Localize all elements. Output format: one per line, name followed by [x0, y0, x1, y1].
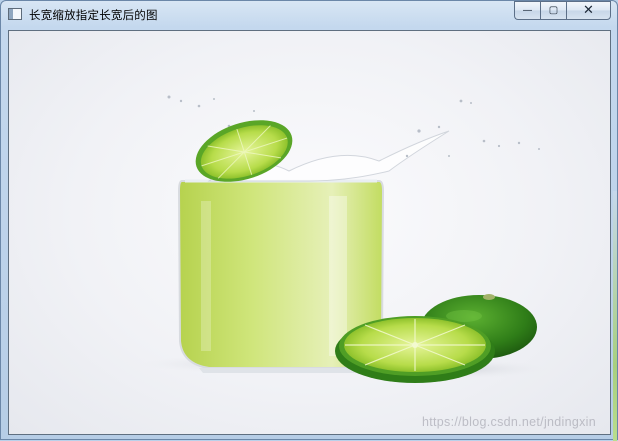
image-display-area: https://blog.csdn.net/jndingxin	[8, 30, 611, 435]
app-window: 长宽缩放指定长宽后的图 — ▢ ✕ https://blog.csdn.net/…	[0, 0, 618, 441]
close-icon: ✕	[583, 3, 594, 18]
window-icon[interactable]	[8, 8, 22, 20]
close-button[interactable]: ✕	[566, 1, 611, 20]
minimize-button[interactable]: —	[514, 1, 540, 20]
title-bar[interactable]: 长宽缩放指定长宽后的图 — ▢ ✕	[1, 1, 617, 27]
watermark-text: https://blog.csdn.net/jndingxin	[422, 415, 596, 429]
lime-juice-image	[139, 95, 549, 383]
window-title: 长宽缩放指定长宽后的图	[29, 8, 158, 22]
maximize-button[interactable]: ▢	[540, 1, 566, 20]
background-window-edge	[613, 191, 617, 441]
window-controls: — ▢ ✕	[514, 1, 611, 20]
minimize-icon: —	[522, 5, 533, 16]
maximize-icon: ▢	[548, 5, 559, 16]
